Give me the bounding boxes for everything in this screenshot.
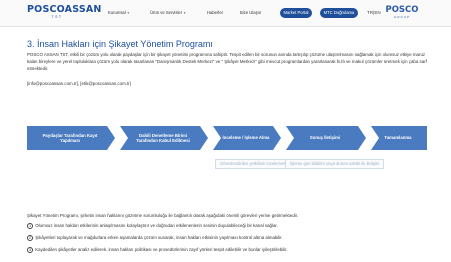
nav-label: Ürün ve Servisler [150, 10, 183, 15]
list-item: 3 Kaydedilen şikâyetler analiz edilerek,… [27, 246, 427, 254]
chevron-down-icon: ▼ [183, 11, 187, 15]
page-title: 3. İnsan Hakları için Şikayet Yönetim Pr… [27, 39, 213, 49]
note-text: İşleme geri bildirim veya durum sahibi i… [290, 161, 380, 166]
flow-note-inceleme: Görevlendirilen yetkilinin incelemesi [215, 159, 292, 169]
flow-step-3: İnceleme / İşleme Alma [213, 126, 281, 150]
nav-label: Haberler [207, 10, 224, 15]
flow-step-4: Sonuç İletişimi [286, 126, 366, 150]
flow-step-2: Dahili Denetleme Birimi Tarafından Kabul… [120, 126, 208, 150]
number-badge: 3 [27, 246, 33, 253]
list-item-text: Olumsuz insan hakları etkilerinin anlaşı… [35, 223, 278, 228]
chevron-down-icon: ▼ [126, 11, 130, 15]
flow-step-label: Tamamlanma [384, 135, 412, 141]
posco-logo-sub: GROUP [393, 15, 410, 19]
logo-sub: TST [51, 15, 63, 19]
flow-note-sonuc: İşleme geri bildirim veya durum sahibi i… [285, 159, 385, 169]
number-badge: 1 [27, 222, 33, 229]
flow-step-label: Dahili Denetleme Birimi Tarafından Kabul… [136, 132, 190, 144]
logo-text: POSCOASSAN [27, 4, 102, 15]
contact-emails[interactable]: [info@poscoassan.com.tr], [etik@poscoass… [27, 80, 427, 87]
list-item: 2 Şikâyetleri toplayarak ve mağdurlara e… [27, 234, 427, 242]
nav-haberler[interactable]: Haberler [207, 9, 223, 16]
page: POSCOASSAN TST Kurumsal▼ Ürün ve Servisl… [0, 0, 451, 262]
list-item-text: Kaydedilen şikâyetler analiz edilerek, i… [35, 247, 288, 252]
nav-kurumsal[interactable]: Kurumsal▼ [108, 9, 130, 17]
duties-intro: Şikayet Yönetim Programı, şirketin insan… [27, 213, 299, 218]
mtc-dogrulama-button[interactable]: MTC Doğrulama [320, 8, 358, 18]
nav-label: Bize Ulaşın [240, 10, 262, 15]
number-badge: 2 [27, 234, 33, 241]
posco-logo-text: POSCO [385, 5, 419, 15]
nav-label: Kurumsal [108, 10, 126, 15]
list-item: 1 Olumsuz insan hakları etkilerinin anla… [27, 222, 427, 230]
nav-urun-servisler[interactable]: Ürün ve Servisler▼ [150, 9, 186, 17]
intro-paragraph: POSCO ASSAN TST, etkili bir çözüm yolu o… [27, 52, 427, 71]
nav-bize-ulasin[interactable]: Bize Ulaşın [240, 9, 261, 16]
poscoassan-logo[interactable]: POSCOASSAN TST [27, 4, 102, 23]
flow-step-5: Tamamlanma [371, 126, 427, 150]
language-switcher[interactable]: TR|EN [367, 9, 381, 16]
flow-step-1: Paydaşlar Tarafından Kayıt Yapılması [27, 126, 115, 150]
site-header: POSCOASSAN TST Kurumsal▼ Ürün ve Servisl… [0, 0, 451, 27]
flow-step-label: Paydaşlar Tarafından Kayıt Yapılması [42, 132, 98, 144]
flow-step-label: İnceleme / İşleme Alma [222, 135, 270, 141]
posco-group-logo[interactable]: POSCO GROUP [384, 6, 420, 20]
market-portal-button[interactable]: Market Portal [280, 8, 312, 18]
flow-step-label: Sonuç İletişimi [309, 135, 341, 141]
note-text: Görevlendirilen yetkilinin incelemesi [220, 161, 287, 166]
list-item-text: Şikâyetleri toplayarak ve mağdurlara erk… [35, 235, 283, 240]
process-flow: Paydaşlar Tarafından Kayıt Yapılması Dah… [27, 118, 427, 188]
